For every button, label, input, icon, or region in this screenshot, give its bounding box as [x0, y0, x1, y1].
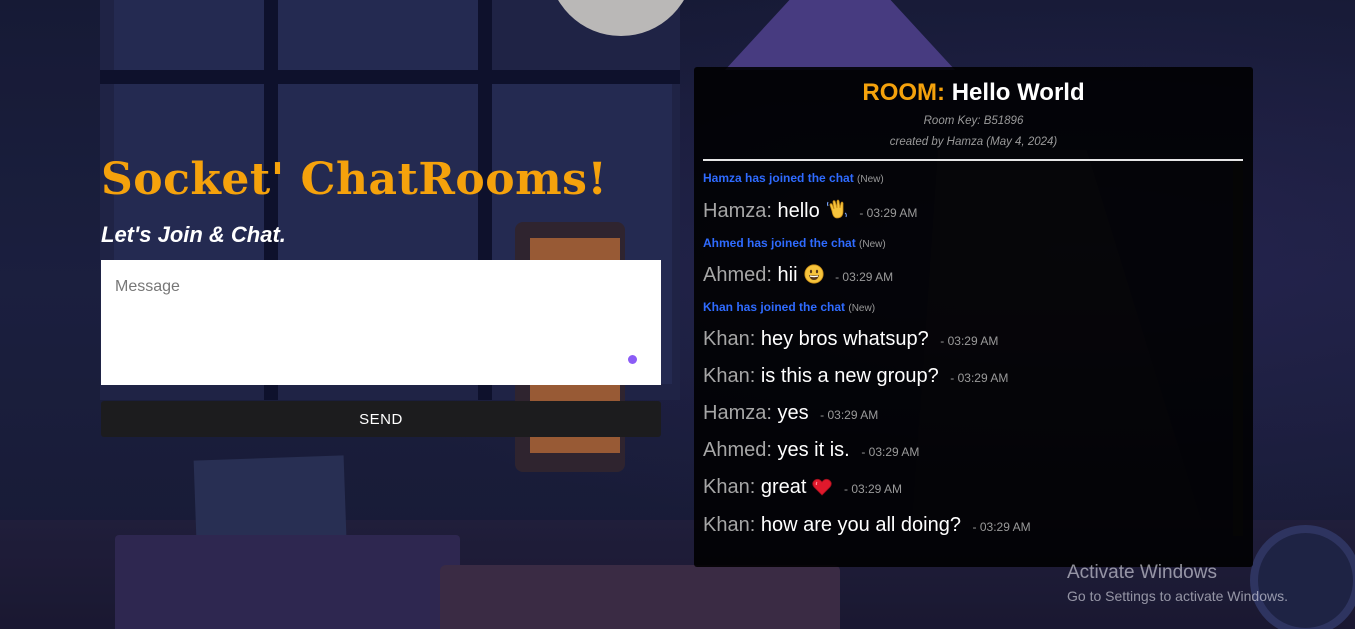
author-separator: :	[749, 365, 761, 387]
author-separator: :	[749, 328, 761, 350]
room-created: created by Hamza (May 4, 2024)	[889, 136, 1058, 148]
message-input[interactable]	[101, 260, 661, 385]
chat-message: Khan: is this a new group? - 03:29 AM	[703, 364, 1243, 390]
author-separator: :	[749, 514, 761, 536]
send-button[interactable]: SEND	[101, 401, 661, 437]
chat-message: Ahmed: yes it is. - 03:29 AM	[703, 438, 1243, 464]
message-time: - 03:29 AM	[844, 482, 903, 496]
message-author: Ahmed	[703, 439, 767, 461]
message-text: yes it is.	[777, 439, 850, 461]
message-text: hey bros whatsup?	[760, 328, 929, 350]
message-time: - 03:29 AM	[820, 408, 879, 422]
room-name: Hello World	[951, 79, 1085, 106]
message-author: Khan	[703, 514, 750, 536]
site-title: Socket' ChatRooms!	[101, 154, 608, 205]
chat-message: Hamza: yes - 03:29 AM	[703, 401, 1243, 427]
author-separator: :	[749, 476, 761, 498]
message-time: - 03:29 AM	[835, 270, 894, 284]
message-time: - 03:29 AM	[940, 334, 999, 348]
chat-message: Khan: great - 03:29 AM	[703, 475, 1243, 502]
room-header: ROOM: Hello World Room Key: B51896 creat…	[694, 67, 1253, 153]
author-separator: :	[766, 264, 778, 286]
feed-scrollbar[interactable]	[1233, 161, 1243, 536]
message-time: - 03:29 AM	[972, 520, 1031, 534]
watermark-title: Activate Windows	[1067, 562, 1217, 583]
message-feed[interactable]: Hamza has joined the chat (New) Hamza: he…	[703, 161, 1243, 566]
chat-message: Ahmed: hii - 03:29 AM	[703, 263, 1243, 290]
input-indicator-icon	[628, 355, 637, 364]
system-notice: Ahmed has joined the chat (New)	[703, 236, 1243, 252]
site-tagline: Let's Join & Chat.	[101, 222, 286, 247]
chat-message: Khan: hey bros whatsup? - 03:29 AM	[703, 327, 1243, 353]
message-author: Hamza	[703, 402, 767, 424]
message-box	[101, 260, 661, 385]
room-key: Room Key: B51896	[923, 115, 1024, 127]
message-text: how are you all doing?	[760, 514, 961, 536]
new-tag: (New)	[859, 239, 886, 250]
room-title: ROOM: Hello World	[694, 79, 1253, 107]
message-text: hello	[777, 200, 820, 222]
author-separator: :	[766, 439, 778, 461]
message-text: yes	[777, 402, 809, 424]
message-author: Hamza	[703, 200, 767, 222]
system-notice-text: Ahmed has joined the chat	[703, 236, 856, 250]
message-time: - 03:29 AM	[950, 371, 1009, 385]
chat-message: Hamza: hello - 03:29 AM	[703, 198, 1243, 226]
system-notice: Khan has joined the chat (New)	[703, 300, 1243, 316]
author-separator: :	[766, 402, 778, 424]
system-notice: Hamza has joined the chat (New)	[703, 171, 1243, 187]
chat-message: Khan: how are you all doing? - 03:29 AM	[703, 513, 1243, 539]
message-text: is this a new group?	[760, 365, 939, 387]
new-tag: (New)	[857, 174, 884, 185]
new-tag: (New)	[848, 303, 876, 314]
message-text: great	[760, 476, 807, 498]
grinning-face-icon	[803, 264, 824, 290]
composer-panel: Socket' ChatRooms! Let's Join & Chat. SE…	[101, 150, 661, 437]
message-time: - 03:29 AM	[861, 445, 920, 459]
red-heart-icon	[812, 478, 833, 502]
watermark-subtitle: Go to Settings to activate Windows.	[1067, 588, 1288, 604]
chat-room-panel: ROOM: Hello World Room Key: B51896 creat…	[694, 67, 1253, 567]
room-label: ROOM:	[862, 79, 946, 106]
message-text: hii	[777, 264, 798, 286]
message-author: Khan	[703, 328, 750, 350]
waving-hand-icon	[826, 198, 848, 226]
system-notice-text: Khan has joined the chat	[703, 300, 846, 314]
system-notice-text: Hamza has joined the chat	[703, 171, 854, 185]
message-author: Khan	[703, 365, 750, 387]
message-author: Khan	[703, 476, 750, 498]
author-separator: :	[766, 200, 778, 222]
message-author: Ahmed	[703, 264, 767, 286]
activate-windows-watermark: Activate Windows Go to Settings to activ…	[1067, 562, 1288, 606]
message-time: - 03:29 AM	[859, 206, 918, 220]
